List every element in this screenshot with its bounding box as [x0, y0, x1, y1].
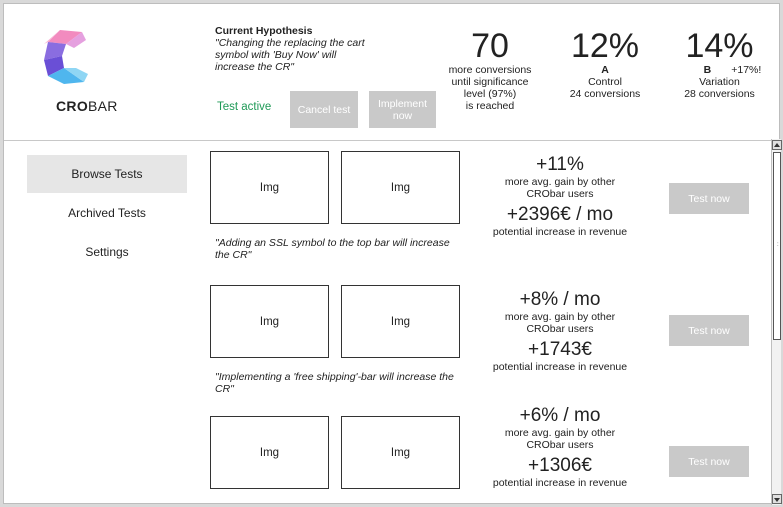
test1-gain-desc1: more avg. gain by other [504, 176, 616, 188]
conversions-line1: more conversions [448, 64, 532, 76]
test2-image-a: Img [210, 285, 329, 358]
test1-metrics: +11% more avg. gain by other CRObar user… [480, 154, 640, 238]
test1-gain: +11% [536, 154, 584, 175]
test3-gain: +6% / mo [519, 405, 601, 426]
crobar-logo: CROBAR [26, 18, 117, 114]
test1-image-a: Img [210, 151, 329, 224]
sidebar-item-browse-tests[interactable]: Browse Tests [27, 155, 187, 193]
test2-hypothesis: "Implementing a 'free shipping'-bar will… [215, 371, 454, 395]
variation-stat: 14% B +17%! Variation 28 conversions [672, 28, 767, 100]
test3-gain-desc2: CRObar users [526, 439, 594, 451]
test2-revenue: +1743€ [528, 339, 592, 360]
test2-image-b: Img [341, 285, 460, 358]
hypothesis-text: "Changing the replacing the cart symbol … [215, 37, 365, 73]
variation-letter: B [703, 64, 712, 76]
variation-detail: 28 conversions [684, 88, 755, 100]
conversions-line4: is reached [465, 100, 515, 112]
control-stat: 12% A Control 24 conversions [559, 28, 651, 100]
test1-image-b: Img [341, 151, 460, 224]
test3-image-a: Img [210, 416, 329, 489]
crobar-logo-icon [44, 30, 88, 84]
variation-value: 14% [685, 27, 754, 65]
test3-metrics: +6% / mo more avg. gain by other CRObar … [480, 405, 640, 489]
variation-label: Variation [699, 76, 740, 88]
test2-metrics: +8% / mo more avg. gain by other CRObar … [480, 289, 640, 373]
test3-test-now-button[interactable]: Test now [669, 446, 749, 477]
control-detail: 24 conversions [569, 88, 641, 100]
app-window: CROBAR Current Hypothesis "Changing the … [3, 3, 780, 504]
test2-gain: +8% / mo [519, 289, 601, 310]
conversions-stat: 70 more conversions until significance l… [442, 28, 538, 112]
sidebar-item-archived-tests[interactable]: Archived Tests [27, 194, 187, 232]
scroll-down-arrow-icon[interactable] [772, 494, 782, 504]
test1-revenue: +2396€ / mo [506, 204, 614, 225]
hypothesis-title: Current Hypothesis [215, 25, 313, 37]
cancel-test-button[interactable]: Cancel test [290, 91, 358, 128]
scroll-up-arrow-icon[interactable] [772, 140, 782, 150]
test-status: Test active [217, 101, 272, 113]
test1-test-now-button[interactable]: Test now [669, 183, 749, 214]
sidebar-item-settings[interactable]: Settings [27, 233, 187, 271]
test2-gain-desc2: CRObar users [526, 323, 594, 335]
test3-revenue: +1306€ [528, 455, 592, 476]
vertical-scrollbar[interactable]: : [771, 139, 782, 505]
control-label: Control [588, 76, 622, 88]
conversions-line3: level (97%) [463, 88, 517, 100]
test1-gain-desc2: CRObar users [526, 188, 594, 200]
test1-revenue-desc: potential increase in revenue [492, 226, 628, 238]
control-letter: A [601, 64, 609, 76]
test2-gain-desc1: more avg. gain by other [504, 311, 616, 323]
variation-uplift: +17%! [731, 64, 762, 76]
scrollbar-thumb[interactable]: : [773, 152, 781, 340]
brand-name: CROBAR [56, 98, 118, 114]
conversions-value: 70 [471, 27, 509, 65]
test3-gain-desc1: more avg. gain by other [504, 427, 616, 439]
test1-hypothesis: "Adding an SSL symbol to the top bar wil… [215, 237, 450, 261]
test3-revenue-desc: potential increase in revenue [492, 477, 628, 489]
header: CROBAR Current Hypothesis "Changing the … [4, 4, 779, 141]
conversions-line2: until significance [451, 76, 529, 88]
control-value: 12% [570, 27, 640, 65]
implement-now-button[interactable]: Implement now [369, 91, 436, 128]
test2-test-now-button[interactable]: Test now [669, 315, 749, 346]
test3-image-b: Img [341, 416, 460, 489]
test2-revenue-desc: potential increase in revenue [492, 361, 628, 373]
